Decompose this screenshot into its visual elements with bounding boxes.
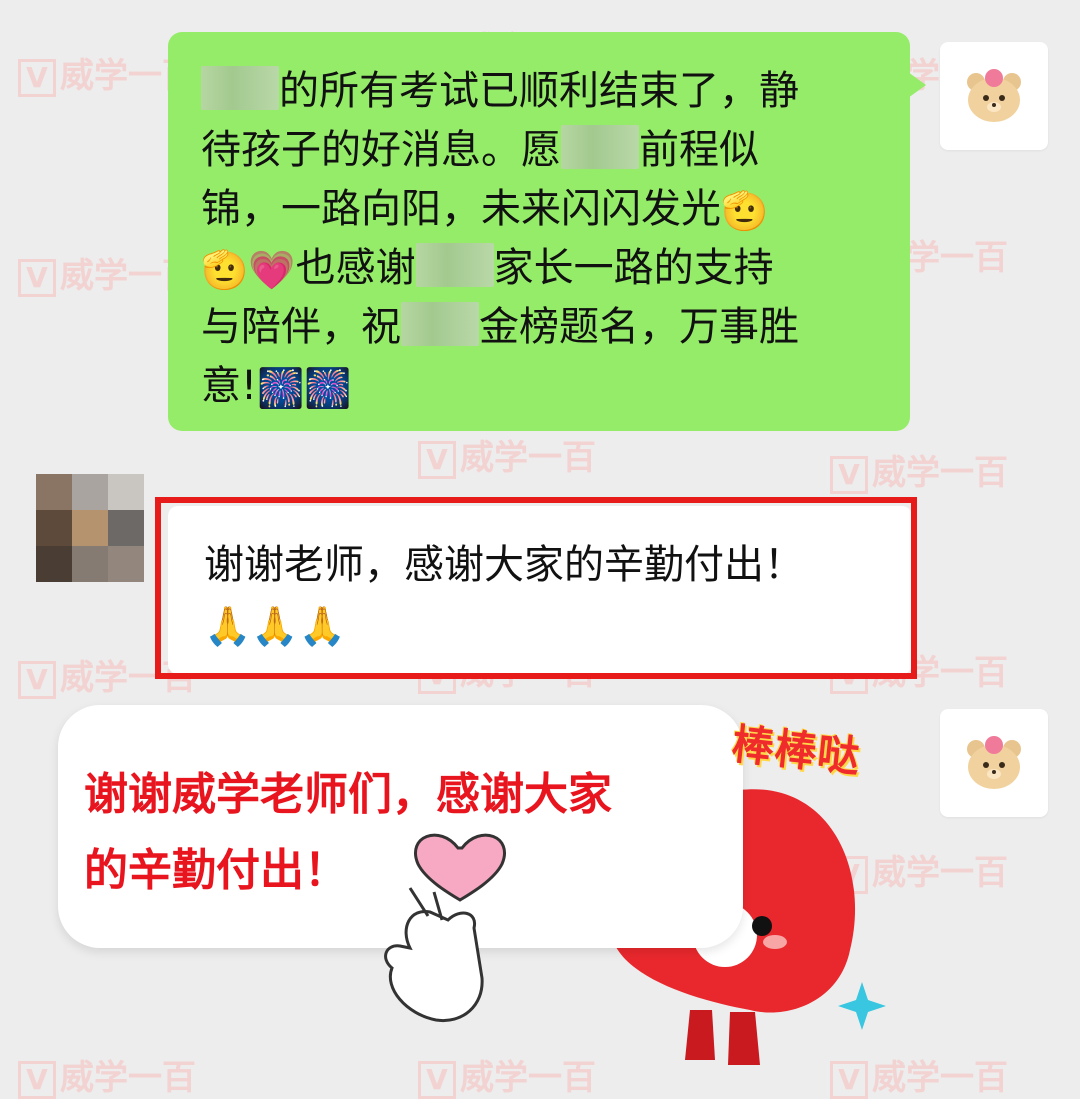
fireworks-emoji-icon: 🎆 [304,366,352,410]
message-line: 待孩子的好消息。愿 前程似 [201,125,759,173]
message-line: 意!🎆🎆 [201,357,910,416]
watermark: V威学一百 [18,1050,196,1099]
blurred-name [561,125,639,169]
sparkle-icon [838,982,886,1030]
my-avatar[interactable] [940,709,1048,817]
contact-avatar[interactable] [36,474,144,582]
watermark: V威学一百 [418,430,596,479]
highlight-frame [155,497,917,679]
callout-line: 谢谢威学老师们，感谢大家 [84,769,612,820]
teddy-bear-icon [967,736,1021,789]
salute-emoji-icon: 🫡 [201,248,249,292]
heart-emoji-icon: 💗 [248,248,296,292]
watermark: V威学一百 [830,445,1008,494]
salute-emoji-icon: 🫡 [721,189,769,233]
message-line: 🫡💗也感谢 家长一路的支持 [201,239,910,298]
teddy-bear-icon [967,69,1021,122]
message-line: 锦，一路向阳，未来闪闪发光🫡 [201,180,910,239]
fireworks-emoji-icon: 🎆 [257,366,305,410]
blurred-name [401,302,479,346]
blurred-name [415,243,494,287]
outgoing-message-bubble[interactable]: 的所有考试已顺利结束了，静 待孩子的好消息。愿 前程似 锦，一路向阳，未来闪闪发光… [168,32,926,431]
finger-heart-icon [384,833,506,1023]
blurred-name [201,66,279,110]
my-avatar[interactable] [940,42,1048,150]
message-line: 的所有考试已顺利结束了，静 [201,62,910,121]
message-line: 与陪伴，祝 金榜题名，万事胜 [201,302,799,350]
watermark: V威学一百 [418,1050,596,1099]
